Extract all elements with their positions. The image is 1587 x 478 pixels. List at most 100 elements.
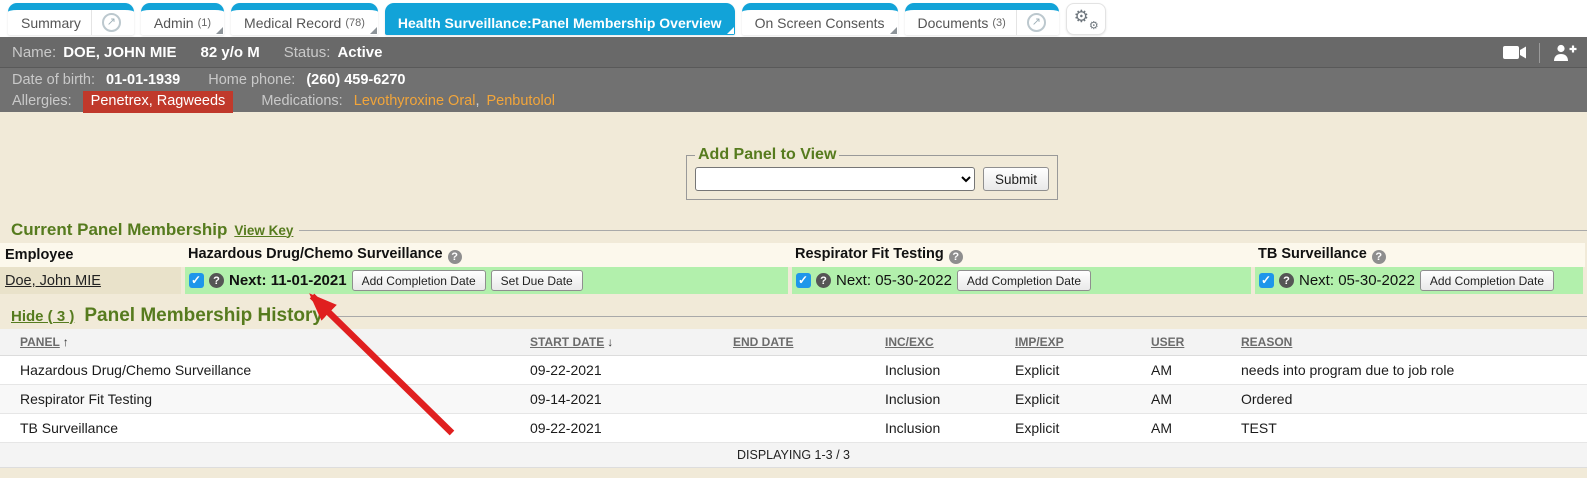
current-panel-data-row: Doe, John MIE Next: 11-01-2021 Add Compl… <box>0 267 1585 294</box>
medication-separator: , <box>475 93 479 109</box>
panel-membership-history-section: Hide ( 3 ) Panel Membership History PANE… <box>0 305 1587 468</box>
tab-count: (3) <box>992 17 1005 29</box>
current-panel-membership-section: Current Panel Membership View Key Employ… <box>0 220 1587 294</box>
column-header-imp-exp[interactable]: IMP/EXP <box>997 329 1133 356</box>
tab-label: Documents <box>918 15 989 31</box>
help-icon[interactable] <box>448 250 462 264</box>
tab-dropdown-fold-icon <box>890 27 897 34</box>
sort-ascending-icon: ↑ <box>63 335 69 349</box>
video-camera-button[interactable] <box>1503 45 1527 60</box>
membership-checkbox[interactable] <box>1259 273 1274 288</box>
tab-bar: Summary Admin (1) Medical Record (78) He… <box>0 0 1587 37</box>
tab-medical-record[interactable]: Medical Record (78) <box>231 3 378 35</box>
tab-count: (1) <box>198 17 211 29</box>
next-due-date: Next: 05-30-2022 <box>1299 272 1415 289</box>
cell-imp-exp: Explicit <box>997 414 1133 443</box>
status-label: Status: <box>284 44 331 61</box>
table-row: TB Surveillance 09-22-2021 Inclusion Exp… <box>0 414 1587 443</box>
cell-end-date <box>715 385 867 414</box>
phone-label: Home phone: <box>208 72 295 88</box>
open-new-window-button[interactable] <box>91 10 121 35</box>
patient-phone: (260) 459-6270 <box>306 72 405 88</box>
patient-age-sex: 82 y/o M <box>201 44 260 61</box>
patient-banner-details: Date of birth: 01-01-1939 Home phone: (2… <box>0 68 1587 112</box>
help-icon[interactable] <box>1279 273 1294 288</box>
external-link-icon <box>102 13 121 32</box>
cell-end-date <box>715 414 867 443</box>
tab-label: Medical Record <box>244 15 341 31</box>
tb-panel-cell: Next: 05-30-2022 Add Completion Date <box>1253 267 1585 294</box>
employee-link[interactable]: Doe, John MIE <box>5 273 101 289</box>
membership-checkbox[interactable] <box>189 273 204 288</box>
panel-select[interactable] <box>695 167 975 191</box>
allergies-label: Allergies: <box>12 93 72 109</box>
add-person-icon <box>1552 44 1577 61</box>
column-header-end-date[interactable]: END DATE <box>715 329 867 356</box>
current-panel-header: Current Panel Membership View Key <box>0 220 1587 240</box>
cell-start-date: 09-14-2021 <box>512 385 715 414</box>
cell-panel: TB Surveillance <box>0 414 512 443</box>
tab-dropdown-fold-icon <box>370 27 377 34</box>
column-header-panel[interactable]: PANEL↑ <box>0 329 512 356</box>
column-header-employee: Employee <box>0 243 183 267</box>
sort-descending-icon: ↓ <box>607 335 613 349</box>
dob-label: Date of birth: <box>12 72 95 88</box>
tab-documents[interactable]: Documents (3) <box>905 3 1059 35</box>
submit-button[interactable]: Submit <box>983 167 1049 191</box>
column-header-hazardous: Hazardous Drug/Chemo Surveillance <box>183 243 790 267</box>
add-person-button[interactable] <box>1552 44 1577 61</box>
tab-label: Health Surveillance:Panel Membership Ove… <box>398 15 722 31</box>
history-title: Panel Membership History <box>84 305 323 327</box>
medication-item: Penbutolol <box>486 93 555 109</box>
cell-inc-exc: Inclusion <box>867 356 997 385</box>
add-completion-date-button[interactable]: Add Completion Date <box>957 270 1091 291</box>
table-row: Respirator Fit Testing 09-14-2021 Inclus… <box>0 385 1587 414</box>
column-header-respirator: Respirator Fit Testing <box>790 243 1253 267</box>
column-header-reason[interactable]: REASON <box>1223 329 1587 356</box>
divider <box>299 230 1587 231</box>
tab-summary[interactable]: Summary <box>8 3 134 35</box>
help-icon[interactable] <box>949 250 963 264</box>
tab-dropdown-fold-icon <box>727 27 734 34</box>
tab-count: (78) <box>345 17 365 29</box>
column-header-inc-exc[interactable]: INC/EXC <box>867 329 997 356</box>
help-icon[interactable] <box>816 273 831 288</box>
add-completion-date-button[interactable]: Add Completion Date <box>352 270 486 291</box>
open-new-window-button[interactable] <box>1016 10 1046 35</box>
tab-admin[interactable]: Admin (1) <box>141 3 224 35</box>
banner-row-allergies-meds: Allergies: Penetrex, Ragweeds Medication… <box>12 91 1587 113</box>
allergies-badge: Penetrex, Ragweeds <box>83 91 234 113</box>
next-due-date: Next: 05-30-2022 <box>836 272 952 289</box>
cell-start-date: 09-22-2021 <box>512 356 715 385</box>
help-icon[interactable] <box>209 273 224 288</box>
membership-checkbox[interactable] <box>796 273 811 288</box>
cell-reason: TEST <box>1223 414 1587 443</box>
add-completion-date-button[interactable]: Add Completion Date <box>1420 270 1554 291</box>
column-header-user[interactable]: USER <box>1133 329 1223 356</box>
set-due-date-button[interactable]: Set Due Date <box>491 270 583 291</box>
cell-user: AM <box>1133 385 1223 414</box>
tab-health-surveillance-active[interactable]: Health Surveillance:Panel Membership Ove… <box>385 3 735 35</box>
column-header-start-date[interactable]: START DATE↓ <box>512 329 715 356</box>
cell-panel: Respirator Fit Testing <box>0 385 512 414</box>
banner-actions <box>1503 37 1577 68</box>
settings-button[interactable] <box>1066 3 1106 35</box>
cell-reason: needs into program due to job role <box>1223 356 1587 385</box>
current-panel-table: Employee Hazardous Drug/Chemo Surveillan… <box>0 243 1587 294</box>
view-key-link[interactable]: View Key <box>234 223 293 238</box>
tab-on-screen-consents[interactable]: On Screen Consents <box>742 3 898 35</box>
employee-cell: Doe, John MIE <box>0 267 183 294</box>
cell-user: AM <box>1133 414 1223 443</box>
help-icon[interactable] <box>1372 250 1386 264</box>
cell-user: AM <box>1133 356 1223 385</box>
banner-row-dob-phone: Date of birth: 01-01-1939 Home phone: (2… <box>12 70 1587 91</box>
name-label: Name: <box>12 44 56 61</box>
hazardous-panel-cell: Next: 11-01-2021 Add Completion Date Set… <box>183 267 790 294</box>
hide-toggle-link[interactable]: Hide ( 3 ) <box>11 308 74 325</box>
patient-status: Active <box>337 44 382 61</box>
current-panel-header-row: Employee Hazardous Drug/Chemo Surveillan… <box>0 243 1585 267</box>
tab-label: Summary <box>21 15 81 31</box>
cell-inc-exc: Inclusion <box>867 414 997 443</box>
next-due-date: Next: 11-01-2021 <box>229 272 347 289</box>
divider <box>1539 43 1540 63</box>
